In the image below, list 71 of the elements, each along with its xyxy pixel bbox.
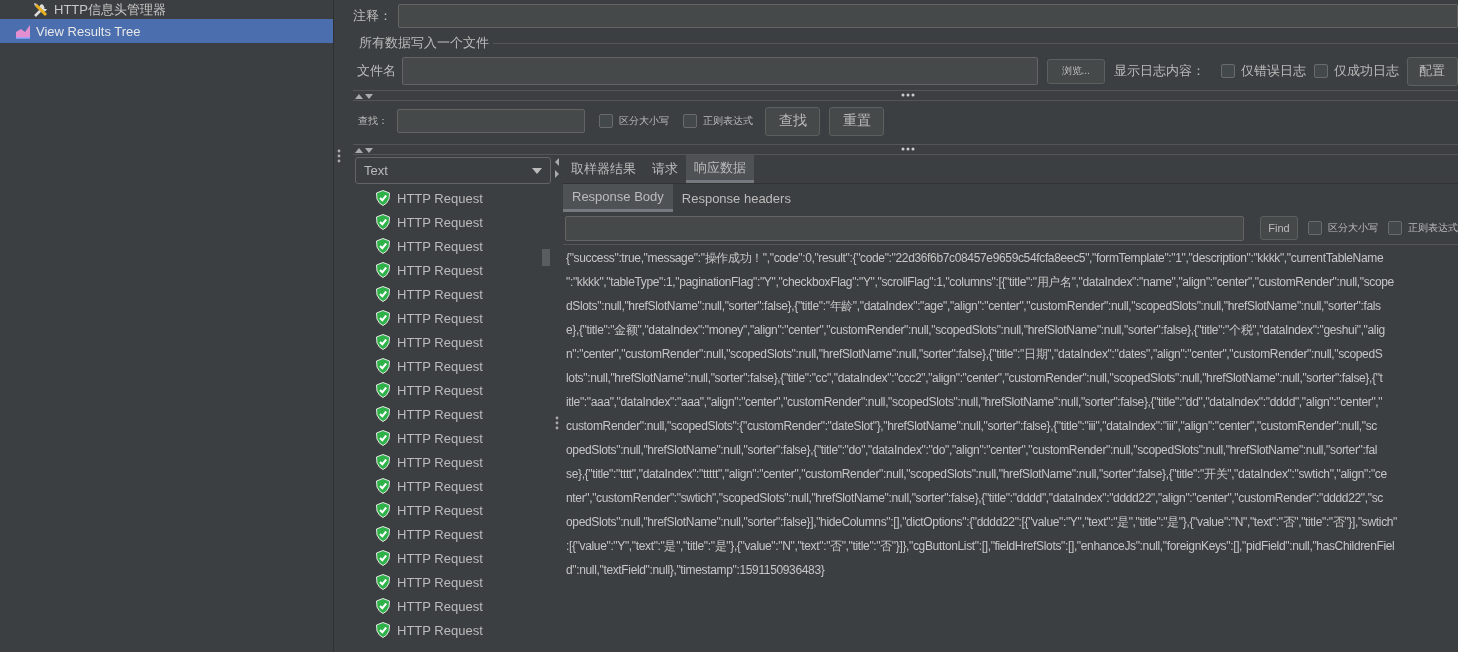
configure-button[interactable]: 配置 [1406, 56, 1458, 86]
checkbox[interactable]: 正则表达式 [683, 114, 753, 128]
tab[interactable]: 请求 [644, 155, 686, 183]
comment-field[interactable] [398, 4, 1458, 28]
tools-icon [32, 1, 50, 19]
dropdown-caret-icon [532, 167, 542, 174]
file-name-label: 文件名 [357, 62, 396, 80]
group-title: 所有数据写入一个文件 [359, 34, 489, 52]
tree-item[interactable]: View Results Tree [0, 19, 333, 43]
checkbox[interactable]: 区分大小写 [599, 114, 669, 128]
find-field[interactable] [565, 215, 1245, 241]
sample-item[interactable]: HTTP Request [355, 570, 551, 594]
browse-button[interactable]: 浏览... [1046, 58, 1105, 84]
sample-item[interactable]: HTTP Request [355, 522, 551, 546]
sample-item[interactable]: HTTP Request [355, 330, 551, 354]
response-text-line: n":"center","customRender":null,"scopedSlots":null,"hrefSlotName":null,"sorter":false},{"title":"日期","dataIndex":"dates","align":"center","customRender":null,"scopedS [566, 346, 1384, 363]
response-text-line: se},{"title":"tttt","dataIndex":"ttttt","align":"center","customRender":null,"scopedSlots":null,"hrefSlotName":null,"sorter":false},{"title":"开关","dataIndex":"swtich","align":"ce [566, 466, 1388, 483]
response-text-line: opedSlots":null,"hrefSlotName":null,"sorter":false},{"title":"do","dataIndex":"do","align":"center","customRender":null,"scopedSlots":null,"hrefSlotName":null,"sorter":fal [566, 442, 1379, 459]
response-text-line: lots":null,"hrefSlotName":null,"sorter":false},{"title":"cc","dataIndex":"ccc2","align":"center","customRender":null,"scopedSlots":null,"hrefSlotName":null,"sorter":false},{"t [566, 370, 1384, 387]
checkbox[interactable]: 区分大小写 [1308, 221, 1378, 235]
collapse-arrows-icon [554, 157, 560, 179]
response-text-line: nter","customRender":"swtich","scopedSlots":null,"hrefSlotName":null,"sorter":false},{"title":"dddd","dataIndex":"dddd22","align":"center","customRender":"dddd22","sc [566, 490, 1384, 507]
response-text-line: opedSlots":null,"hrefSlotName":null,"sorter":false}],"hideColumns":[],"dictOptions":{"dddd22":[{"value":"Y","text":"是","title":"是"},{"value":"N","text":"否","title":"否"}],"swtich" [566, 514, 1399, 531]
sample-item[interactable]: HTTP Request [355, 186, 551, 210]
grip-icon [901, 93, 915, 97]
response-text-line: dSlots":null,"hrefSlotName":null,"sorter":false},{"title":"年龄","dataIndex":"age","align":"center","customRender":null,"scopedSlots":null,"hrefSlotName":null,"sorter":fals [566, 298, 1382, 315]
response-text-line: {"success":true,"message":"操作成功！","code":0,"result":{"code":"22d36f6b7c08457e9659c54fcfa8eec5","formTemplate":"1","description":"kkkk","currentTableName [566, 250, 1385, 267]
sample-item[interactable]: HTTP Request [355, 498, 551, 522]
checkbox[interactable]: 仅成功日志 [1313, 62, 1399, 80]
tab[interactable]: Response Body [563, 184, 673, 212]
sample-item[interactable]: HTTP Request [355, 474, 551, 498]
response-text-line: :[{"value":"Y","text":"是","title":"是"},{"value":"N","text":"否","title":"否"}]},"cgButtonList":[],"fieldHrefSlots":[],"enhanceJs":null,"foreignKeys":[],"pidField":null,"hasChildrenFiel [566, 538, 1396, 555]
sample-item[interactable]: HTTP Request [355, 402, 551, 426]
response-text-line: d":null,"textField":null},"timestamp":1591150936483} [566, 562, 826, 579]
find-button[interactable]: Find [1260, 216, 1298, 240]
sample-item[interactable]: HTTP Request [355, 258, 551, 282]
response-text-line: e},{"title":"金额","dataIndex":"money","align":"center","customRender":null,"scopedSlots":null,"hrefSlotName":null,"sorter":false},{"title":"个税","dataIndex":"geshui","alig [566, 322, 1386, 339]
sample-item[interactable]: HTTP Request [355, 210, 551, 234]
scrollbar-thumb[interactable] [542, 249, 550, 266]
response-text-line: ":"kkkk","tableType":1,"paginationFlag":"Y","checkboxFlag":"Y","scrollFlag":1,"columns":[{"title":"用户名","dataIndex":"name","align":"center","customRender":null,"scope [566, 274, 1395, 291]
sample-item[interactable]: HTTP Request [355, 546, 551, 570]
sample-item[interactable]: HTTP Request [355, 450, 551, 474]
sample-item[interactable]: HTTP Request [355, 426, 551, 450]
tab[interactable]: 取样器结果 [563, 155, 644, 183]
collapse-arrows-icon [353, 145, 375, 154]
sample-item[interactable]: HTTP Request [355, 306, 551, 330]
splitter-grip-icon [336, 149, 341, 163]
comment-label: 注释： [353, 7, 392, 25]
renderer-dropdown[interactable]: Text [355, 157, 551, 184]
checkbox[interactable]: 正则表达式 [1388, 221, 1458, 235]
tree-item[interactable]: HTTP信息头管理器 [0, 0, 333, 19]
tab[interactable]: Response headers [672, 184, 800, 212]
sample-item[interactable]: HTTP Request [355, 618, 551, 642]
checkbox[interactable]: 仅错误日志 [1220, 62, 1306, 80]
search-field[interactable] [397, 109, 585, 133]
response-text-line: customRender":null,"scopedSlots":{"customRender":"dateSlot"},"hrefSlotName":null,"sorter":false},{"title":"iii","dataIndex":"iii","align":"center","customRender":null,"sc [566, 418, 1378, 435]
log-content-label: 显示日志内容： [1113, 62, 1205, 80]
sample-item[interactable]: HTTP Request [355, 378, 551, 402]
sample-item[interactable]: HTTP Request [355, 354, 551, 378]
file-name-field[interactable] [402, 57, 1038, 85]
tab[interactable]: 响应数据 [686, 155, 754, 183]
splitter-grip-icon [555, 416, 559, 430]
search-action-button[interactable]: 重置 [829, 106, 884, 136]
search-action-button[interactable]: 查找 [765, 106, 820, 136]
search-label: 查找： [358, 114, 388, 128]
sample-item[interactable]: HTTP Request [355, 234, 551, 258]
collapse-arrows-icon [353, 91, 375, 100]
grip-icon [901, 147, 915, 151]
sample-item[interactable]: HTTP Request [355, 282, 551, 306]
sample-item[interactable]: HTTP Request [355, 594, 551, 618]
response-text-line: itle":"aaa","dataIndex":"aaa","align":"center","customRender":null,"scopedSlots":null,"hrefSlotName":null,"sorter":false},{"title":"dd","dataIndex":"dddd","align":"center"," [566, 394, 1384, 411]
